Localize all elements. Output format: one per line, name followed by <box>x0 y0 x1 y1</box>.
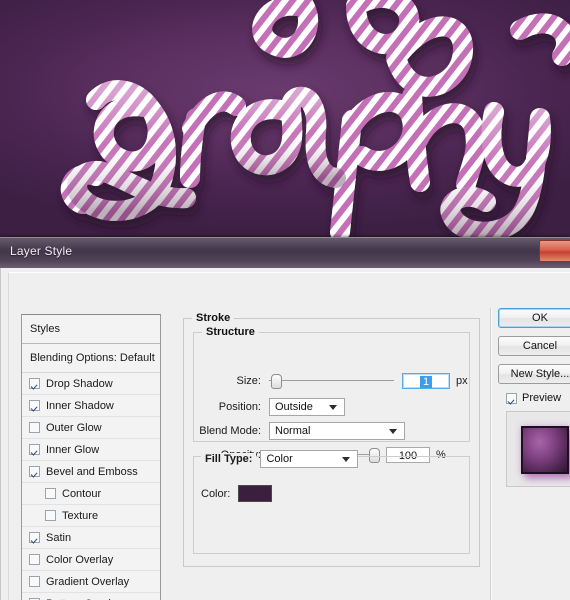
styles-list-header: Styles <box>22 315 160 344</box>
styles-list-item[interactable]: Inner Glow <box>22 439 160 461</box>
styles-list-item-label: Gradient Overlay <box>46 575 130 588</box>
fill-type-group <box>193 456 470 554</box>
layer-style-dialog: Layer Style Styles Blending Options: Def… <box>0 237 570 600</box>
ok-button[interactable]: OK <box>498 308 570 328</box>
chevron-down-icon <box>329 405 337 410</box>
titlebar-sheen <box>0 238 570 252</box>
structure-group-title: Structure <box>202 326 259 338</box>
fill-type-inline: Fill Type: Color <box>201 450 359 468</box>
styles-list-item[interactable]: Texture <box>22 505 160 527</box>
styles-list-item[interactable]: Drop Shadow <box>22 373 160 395</box>
styles-list-item-label: Outer Glow <box>46 421 102 434</box>
blend-mode-row: Blend Mode: Normal <box>188 422 470 440</box>
position-row: Position: Outside <box>201 398 469 416</box>
close-icon[interactable] <box>539 240 570 262</box>
styles-list-item[interactable]: Pattern Overlay <box>22 593 160 600</box>
preview-thumbnail-art <box>521 426 569 474</box>
effect-checkbox[interactable] <box>29 554 40 565</box>
effect-checkbox[interactable] <box>29 466 40 477</box>
panel-divider-highlight <box>491 308 492 600</box>
stroke-settings-panel: Stroke Structure Size: 1 px Position: Ou… <box>183 308 480 600</box>
document-canvas-artwork <box>0 0 570 237</box>
color-row: Color: <box>201 485 273 502</box>
preview-toggle[interactable]: Preview <box>506 392 570 404</box>
effect-checkbox[interactable] <box>29 422 40 433</box>
size-input-value: 1 <box>419 376 433 388</box>
position-label: Position: <box>218 401 261 413</box>
blending-options-row[interactable]: Blending Options: Default <box>22 344 160 373</box>
stroke-group-title: Stroke <box>192 312 235 324</box>
size-label: Size: <box>236 375 261 387</box>
blend-mode-label: Blend Mode: <box>199 425 261 437</box>
position-value: Outside <box>275 401 313 413</box>
blend-mode-value: Normal <box>275 425 311 437</box>
styles-list-item[interactable]: Outer Glow <box>22 417 160 439</box>
preview-label: Preview <box>522 392 562 404</box>
preview-thumbnail <box>506 411 570 487</box>
size-slider-thumb[interactable] <box>271 374 283 389</box>
effect-checkbox[interactable] <box>29 576 40 587</box>
dialog-title: Layer Style <box>10 244 73 258</box>
styles-list-item-label: Color Overlay <box>46 553 114 566</box>
fill-type-label: Fill Type: <box>201 453 257 465</box>
cancel-button[interactable]: Cancel <box>498 336 570 356</box>
size-input[interactable]: 1 <box>402 373 450 389</box>
effect-checkbox[interactable] <box>45 488 56 499</box>
candy-rope-lettering-graphic <box>60 0 570 237</box>
dialog-titlebar[interactable]: Layer Style <box>0 238 570 269</box>
styles-list-item-label: Inner Shadow <box>46 399 114 412</box>
styles-list-item-label: Bevel and Emboss <box>46 465 138 478</box>
effect-checkbox[interactable] <box>29 400 40 411</box>
styles-list-item[interactable]: Gradient Overlay <box>22 571 160 593</box>
color-label: Color: <box>201 487 231 500</box>
effect-checkbox[interactable] <box>45 510 56 521</box>
effect-checkbox[interactable] <box>29 444 40 455</box>
size-slider[interactable] <box>269 374 394 389</box>
styles-list[interactable]: Styles Blending Options: Default Drop Sh… <box>21 314 161 600</box>
effect-checkbox[interactable] <box>29 378 40 389</box>
dialog-body: Styles Blending Options: Default Drop Sh… <box>0 268 570 600</box>
effect-checkbox[interactable] <box>29 532 40 543</box>
styles-list-item-label: Satin <box>46 531 72 544</box>
styles-rows-container: Drop Shadow Inner Shadow Outer Glow Inner G… <box>22 373 160 600</box>
dialog-buttons: OK Cancel New Style... Preview <box>498 308 570 487</box>
styles-list-item-label: Inner Glow <box>46 443 100 456</box>
chevron-down-icon <box>342 457 351 462</box>
fill-type-value: Color <box>266 453 293 465</box>
size-unit: px <box>456 375 468 387</box>
size-slider-track <box>269 380 394 381</box>
new-style-button[interactable]: New Style... <box>498 364 570 384</box>
preview-checkbox[interactable] <box>506 392 517 404</box>
styles-list-item-label: Contour <box>62 487 102 500</box>
screenshot-root: Layer Style Styles Blending Options: Def… <box>0 0 570 600</box>
styles-list-item[interactable]: Color Overlay <box>22 549 160 571</box>
position-dropdown[interactable]: Outside <box>269 398 345 416</box>
fill-type-dropdown[interactable]: Color <box>260 450 359 468</box>
styles-list-item[interactable]: Inner Shadow <box>22 395 160 417</box>
styles-list-item-label: Drop Shadow <box>46 377 113 390</box>
styles-list-item[interactable]: Satin <box>22 527 160 549</box>
styles-list-item[interactable]: Contour <box>22 483 160 505</box>
blend-mode-dropdown[interactable]: Normal <box>269 422 405 440</box>
styles-list-item[interactable]: Bevel and Emboss <box>22 461 160 483</box>
chevron-down-icon <box>389 429 397 434</box>
stroke-color-swatch[interactable] <box>238 485 273 502</box>
styles-list-item-label: Texture <box>62 509 99 522</box>
size-row: Size: 1 px <box>201 373 469 389</box>
styles-list-item-label: Pattern Overlay <box>46 593 122 600</box>
